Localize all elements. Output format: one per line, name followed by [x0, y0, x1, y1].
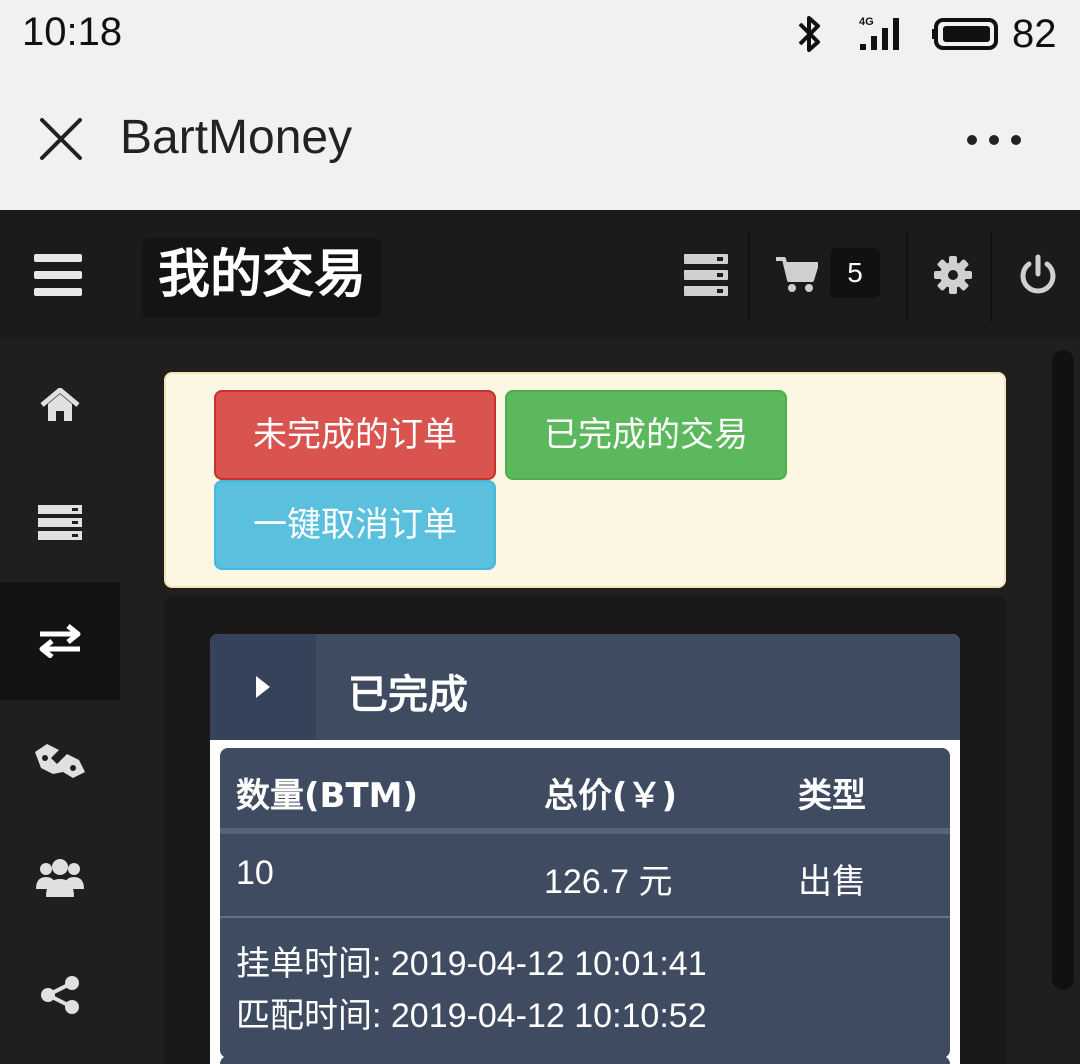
status-bar: 10:18 4G 82: [0, 0, 1080, 70]
webview-title: BartMoney: [120, 111, 353, 164]
column-header-type: 类型: [798, 776, 866, 816]
column-header-total: 总价(￥): [544, 776, 678, 816]
listed-time: 挂单时间: 2019-04-12 10:01:41: [236, 945, 707, 983]
trade-table: 数量(BTM) 总价(￥) 类型 10 126.7 元 出售 挂单时间: 201…: [220, 748, 950, 1058]
battery-icon: [932, 18, 998, 50]
completed-trades-card: 已完成 数量(BTM) 总价(￥) 类型 10 126.7 元 出售 挂单时间:…: [210, 634, 960, 1064]
cellular-signal-icon: 4G: [859, 16, 899, 50]
cart-count-badge: 5: [830, 248, 880, 298]
gear-icon[interactable]: [934, 256, 972, 294]
battery-level: 82: [1012, 12, 1057, 56]
server-list-icon[interactable]: [684, 254, 728, 296]
svg-text:4G: 4G: [859, 16, 874, 28]
header-divider: [906, 232, 908, 322]
app-header: 我的交易 5: [0, 210, 1080, 340]
sidebar-item-share[interactable]: [0, 936, 120, 1054]
caret-right-icon: [256, 676, 270, 698]
sidebar-item-users[interactable]: [0, 818, 120, 936]
actions-panel: 未完成的订单 已完成的交易 一键取消订单: [164, 372, 1006, 588]
completed-trades-button[interactable]: 已完成的交易: [505, 390, 787, 480]
menu-icon[interactable]: [34, 254, 82, 296]
exchange-arrows-icon: [39, 624, 81, 658]
users-icon: [36, 859, 84, 897]
open-orders-button[interactable]: 未完成的订单: [214, 390, 496, 480]
home-icon: [40, 388, 80, 421]
sidebar-item-deals[interactable]: [0, 700, 120, 818]
next-trade-row: [220, 1056, 950, 1064]
cart-icon[interactable]: [776, 256, 818, 294]
expand-toggle[interactable]: [210, 634, 316, 740]
page-title: 我的交易: [142, 238, 383, 318]
header-divider: [748, 232, 750, 322]
row-divider: [220, 916, 950, 918]
cell-type: 出售: [798, 863, 866, 901]
column-header-qty: 数量(BTM): [236, 776, 419, 816]
sidebar: [0, 346, 120, 1064]
close-icon[interactable]: [38, 116, 84, 162]
more-options-icon[interactable]: [965, 128, 1023, 152]
header-divider: [990, 232, 992, 322]
server-list-icon: [38, 505, 82, 540]
power-icon[interactable]: [1018, 254, 1058, 296]
sidebar-item-home[interactable]: [0, 346, 120, 464]
header-divider: [220, 828, 950, 834]
status-time: 10:18: [22, 10, 123, 54]
bluetooth-icon: [798, 16, 820, 52]
handshake-icon: [35, 744, 85, 778]
share-icon: [41, 976, 79, 1014]
card-title: 已完成: [348, 672, 468, 718]
sidebar-item-trades[interactable]: [0, 582, 120, 700]
card-header: 已完成: [210, 634, 960, 740]
matched-time: 匹配时间: 2019-04-12 10:10:52: [236, 997, 707, 1035]
sidebar-item-list[interactable]: [0, 464, 120, 582]
webview-title-bar: BartMoney: [0, 70, 1080, 210]
cell-qty: 10: [236, 854, 274, 892]
scrollbar[interactable]: [1052, 350, 1074, 990]
cancel-all-orders-button[interactable]: 一键取消订单: [214, 480, 496, 570]
cell-total: 126.7 元: [544, 863, 673, 901]
